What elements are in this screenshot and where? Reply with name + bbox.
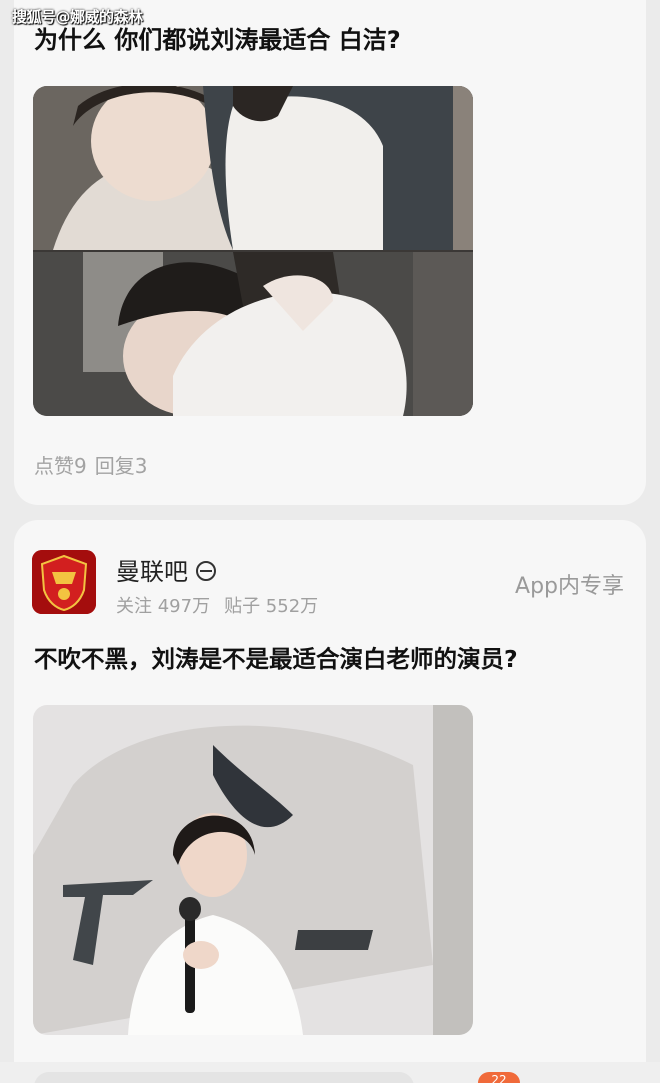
forum-level-icon: [196, 561, 216, 581]
club-crest-icon: [32, 550, 96, 614]
post-card-1[interactable]: 为什么 你们都说刘涛最适合 白洁? 点赞9 回复3: [14, 0, 646, 505]
post-image[interactable]: [33, 705, 473, 1035]
post-title[interactable]: 不吹不黑，刘涛是不是最适合演白老师的演员?: [34, 640, 518, 674]
reply-input[interactable]: [34, 1072, 414, 1083]
post-photo-illustration: [33, 86, 473, 416]
reply-count[interactable]: 回复3: [95, 454, 148, 478]
forum-name[interactable]: 曼联吧: [116, 552, 216, 587]
post-photo-illustration: [33, 705, 473, 1035]
page: 搜狐号@娜威的森林 为什么 你们都说刘涛最适合 白洁? 点赞9 回复3 曼联吧 …: [0, 0, 660, 1083]
forum-avatar[interactable]: [32, 550, 96, 614]
like-count[interactable]: 点赞9: [34, 454, 87, 478]
notification-badge[interactable]: 22: [478, 1072, 520, 1083]
forum-post-count: 贴子 552万: [224, 596, 319, 617]
forum-meta: 关注 497万 贴子 552万: [116, 592, 318, 618]
post-card-2[interactable]: 曼联吧 关注 497万 贴子 552万 App内专享 不吹不黑，刘涛是不是最适合演…: [14, 520, 646, 1083]
app-exclusive-link[interactable]: App内专享: [515, 568, 624, 600]
bottom-bar: 22: [0, 1062, 660, 1083]
post-stats: 点赞9 回复3: [34, 450, 147, 479]
post-image[interactable]: [33, 86, 473, 416]
watermark-text: 搜狐号@娜威的森林: [12, 8, 143, 26]
forum-followers: 关注 497万: [116, 596, 211, 617]
